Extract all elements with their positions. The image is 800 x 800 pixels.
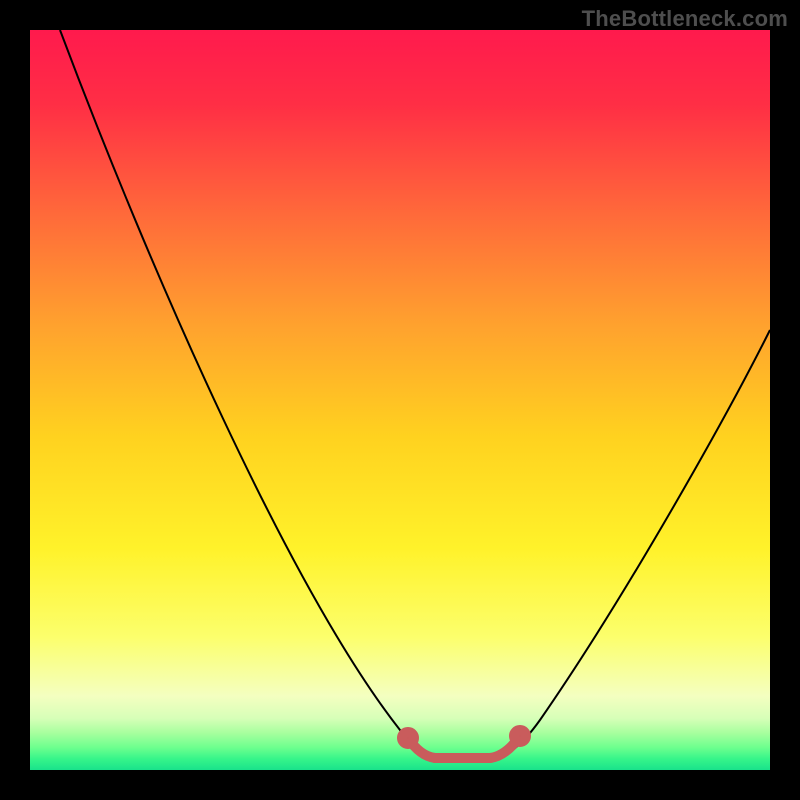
chart-frame: TheBottleneck.com: [0, 0, 800, 800]
plot-area: [30, 30, 770, 770]
chart-svg: [30, 30, 770, 770]
watermark-text: TheBottleneck.com: [582, 6, 788, 32]
heatmap-background: [30, 30, 770, 770]
